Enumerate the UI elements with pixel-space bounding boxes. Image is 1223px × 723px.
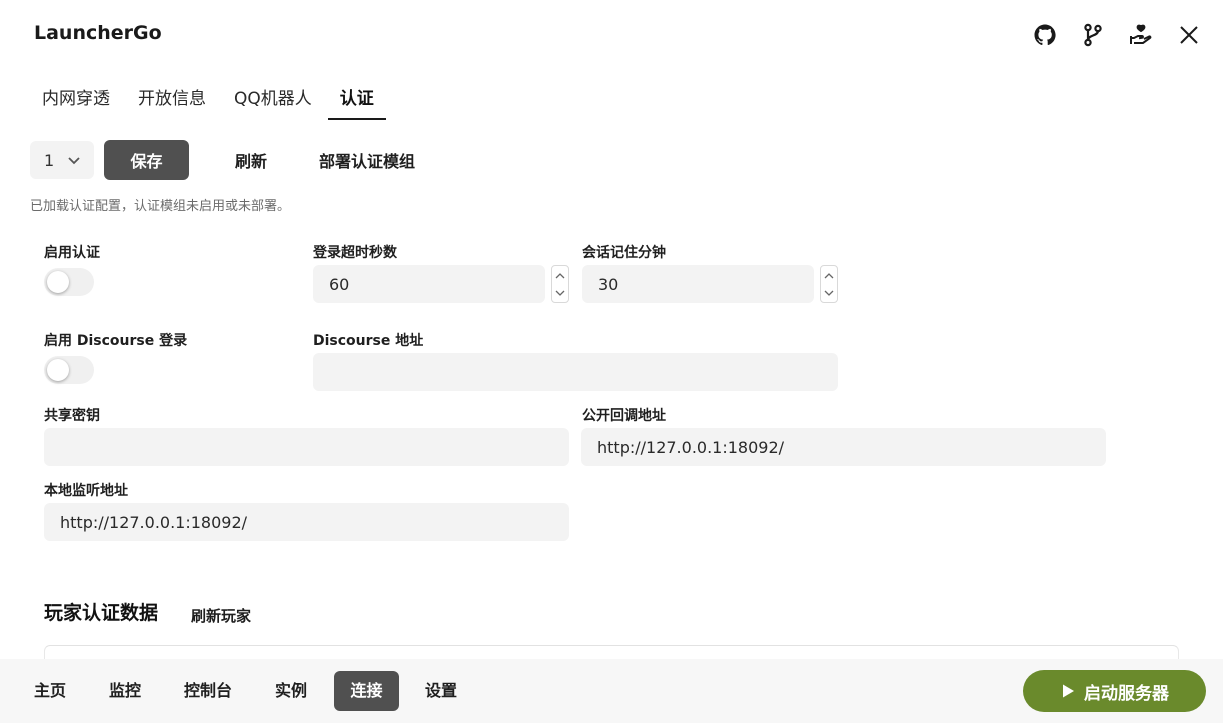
session-minutes-input[interactable]: 30 <box>582 265 814 303</box>
nav-instances[interactable]: 实例 <box>267 671 315 711</box>
player-auth-list <box>44 645 1179 659</box>
public-callback-input[interactable]: http://127.0.0.1:18092/ <box>581 428 1106 466</box>
start-server-button[interactable]: 启动服务器 <box>1023 670 1206 712</box>
tab-qq-bot[interactable]: QQ机器人 <box>222 82 324 120</box>
enable-auth-label: 启用认证 <box>44 245 100 261</box>
top-tabs: 内网穿透 开放信息 QQ机器人 认证 <box>30 82 390 120</box>
chevron-down-icon[interactable] <box>824 290 834 297</box>
chevron-up-icon[interactable] <box>555 272 565 279</box>
login-timeout-stepper[interactable] <box>551 265 569 303</box>
enable-discourse-label: 启用 Discourse 登录 <box>44 333 188 349</box>
enable-discourse-toggle[interactable] <box>44 356 94 384</box>
session-minutes-label: 会话记住分钟 <box>582 245 666 261</box>
toggle-knob <box>47 359 69 381</box>
instance-select-value: 1 <box>44 150 55 170</box>
shared-secret-input[interactable] <box>44 428 569 466</box>
nav-console[interactable]: 控制台 <box>176 671 240 711</box>
deploy-auth-mod-button[interactable]: 部署认证模组 <box>319 148 415 172</box>
donate-hand-icon[interactable] <box>1129 22 1153 48</box>
login-timeout-input[interactable]: 60 <box>313 265 545 303</box>
login-timeout-value: 60 <box>329 274 350 294</box>
bottom-nav-bar: 主页 监控 控制台 实例 连接 设置 启动服务器 <box>0 659 1223 723</box>
chevron-up-icon[interactable] <box>824 272 834 279</box>
git-branch-icon[interactable] <box>1081 22 1105 48</box>
toggle-knob <box>47 271 69 293</box>
local-listen-value: http://127.0.0.1:18092/ <box>60 512 248 532</box>
refresh-players-button[interactable]: 刷新玩家 <box>191 605 251 626</box>
session-minutes-value: 30 <box>598 274 619 294</box>
chevron-down-icon[interactable] <box>555 290 565 297</box>
nav-home[interactable]: 主页 <box>26 671 74 711</box>
play-icon <box>1060 683 1076 699</box>
discourse-url-label: Discourse 地址 <box>313 333 424 349</box>
close-icon[interactable] <box>1177 22 1201 48</box>
chevron-down-icon <box>66 152 82 172</box>
start-server-label: 启动服务器 <box>1084 683 1169 704</box>
auth-toolbar: 1 保存 刷新 部署认证模组 <box>30 140 415 180</box>
window-controls <box>1033 22 1201 48</box>
save-button[interactable]: 保存 <box>104 140 189 180</box>
discourse-url-input[interactable] <box>313 353 838 391</box>
nav-settings[interactable]: 设置 <box>417 671 465 711</box>
tab-open-info[interactable]: 开放信息 <box>126 82 218 120</box>
nav-connect[interactable]: 连接 <box>334 671 399 711</box>
login-timeout-label: 登录超时秒数 <box>313 245 397 261</box>
refresh-button[interactable]: 刷新 <box>235 148 267 172</box>
local-listen-label: 本地监听地址 <box>44 483 128 499</box>
tab-nat-traversal[interactable]: 内网穿透 <box>30 82 122 120</box>
public-callback-value: http://127.0.0.1:18092/ <box>597 437 785 457</box>
github-icon[interactable] <box>1033 22 1057 48</box>
enable-auth-toggle[interactable] <box>44 268 94 296</box>
status-message: 已加载认证配置，认证模组未启用或未部署。 <box>30 199 291 214</box>
session-minutes-stepper[interactable] <box>820 265 838 303</box>
tab-auth[interactable]: 认证 <box>327 82 386 120</box>
shared-secret-label: 共享密钥 <box>44 408 100 424</box>
public-callback-label: 公开回调地址 <box>582 408 666 424</box>
app-title: LauncherGo <box>34 22 162 44</box>
title-bar: LauncherGo <box>0 0 1223 72</box>
local-listen-input[interactable]: http://127.0.0.1:18092/ <box>44 503 569 541</box>
instance-select[interactable]: 1 <box>30 141 94 179</box>
nav-monitor[interactable]: 监控 <box>101 671 149 711</box>
player-auth-data-title: 玩家认证数据 <box>44 602 159 624</box>
